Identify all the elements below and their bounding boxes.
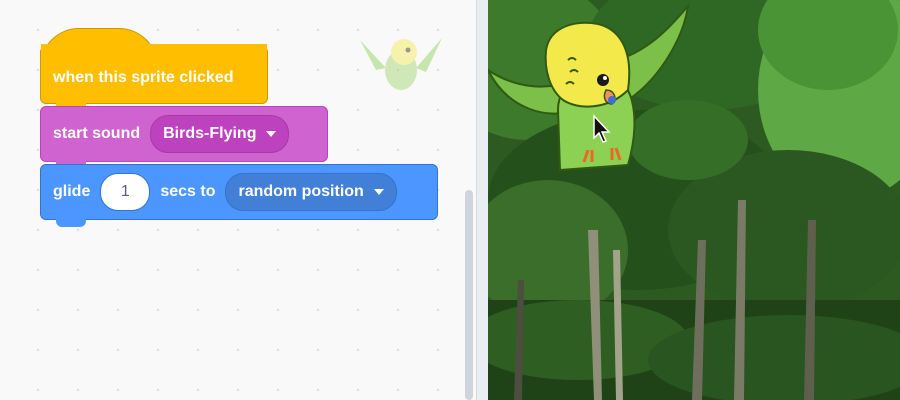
panel-divider <box>477 0 488 400</box>
glide-label: glide <box>53 183 91 200</box>
code-area-scrollbar[interactable] <box>465 190 473 400</box>
sound-dropdown[interactable]: Birds-Flying <box>150 115 290 153</box>
chevron-down-icon <box>373 189 384 195</box>
glide-target-dropdown[interactable]: random position <box>225 173 397 211</box>
sprite-thumbnail-parrot-icon <box>360 38 442 90</box>
secs-to-label: secs to <box>160 183 216 200</box>
mouse-pointer-icon <box>593 114 611 143</box>
code-area[interactable]: when this sprite clicked start sound Bir… <box>0 0 477 400</box>
stage[interactable] <box>488 0 900 400</box>
sound-dropdown-value: Birds-Flying <box>163 125 257 142</box>
glide-seconds-input[interactable]: 1 <box>100 173 151 211</box>
chevron-down-icon <box>266 131 277 137</box>
glide-target-value: random position <box>238 183 364 200</box>
glide-block[interactable]: glide 1 secs to random position <box>40 164 438 220</box>
hat-block-label: when this sprite clicked <box>53 69 234 86</box>
start-sound-block[interactable]: start sound Birds-Flying <box>40 106 328 162</box>
start-sound-label: start sound <box>53 125 141 142</box>
parrot-sprite-icon[interactable] <box>488 0 718 180</box>
